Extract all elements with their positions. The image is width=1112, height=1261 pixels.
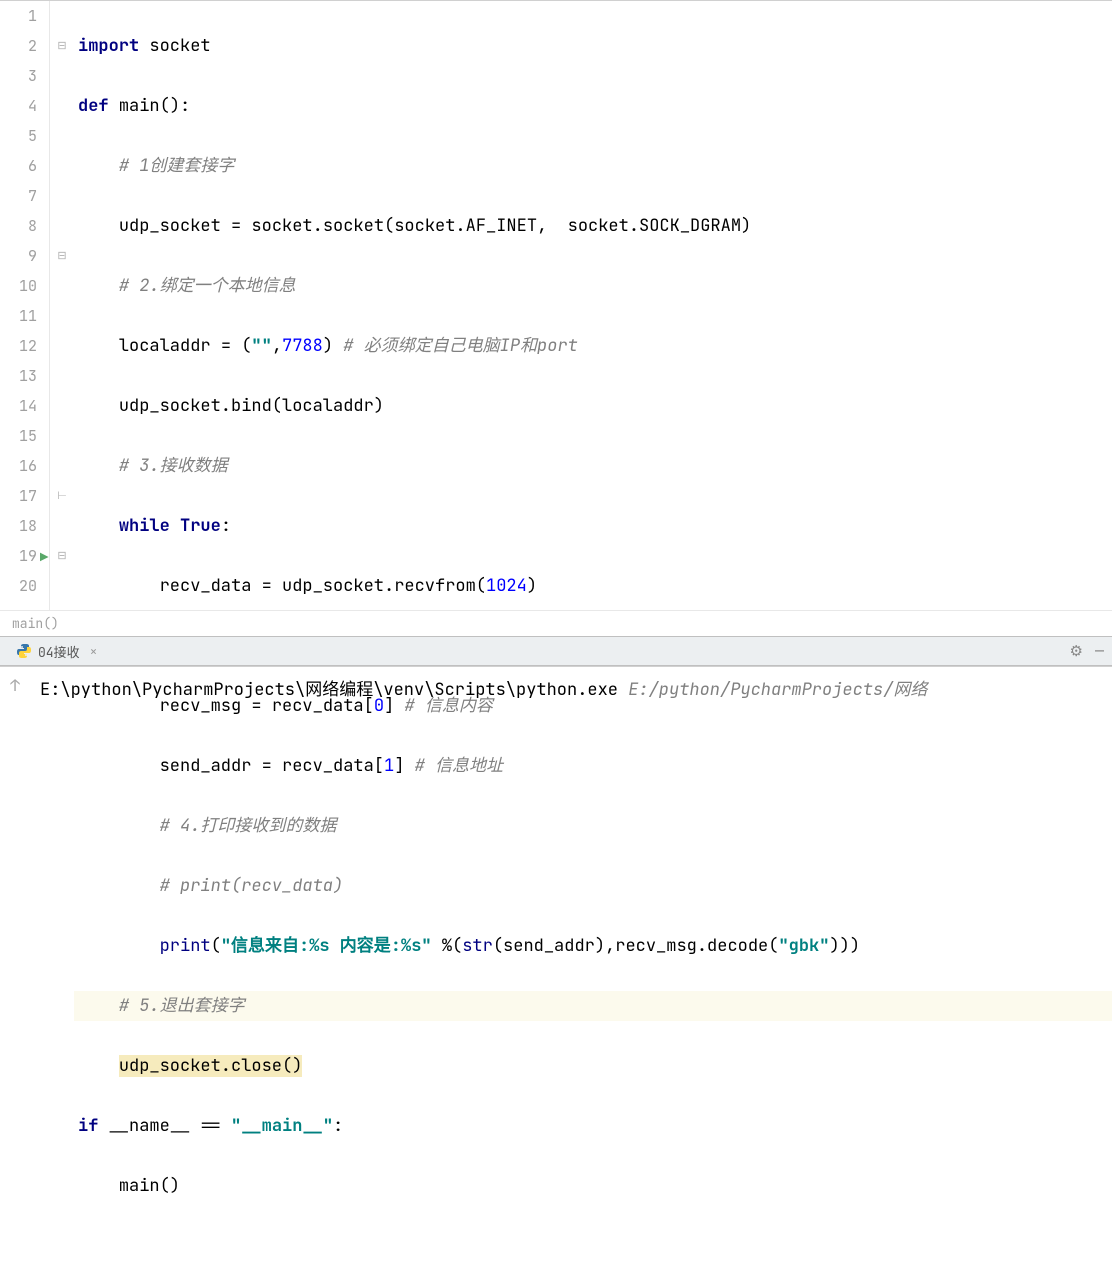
line-number: 11 xyxy=(0,301,37,331)
run-tab-label: 04接收 xyxy=(38,642,80,661)
fold-column: ⊟ ⊟ ⊢ ▶ ⊟ xyxy=(50,1,74,610)
code-line[interactable]: # 3.接收数据 xyxy=(74,451,1112,481)
line-number: 9 xyxy=(0,241,37,271)
console-toolbar: ↑ xyxy=(0,667,30,736)
tab-actions: ⚙ — xyxy=(1070,641,1104,661)
run-tabs-bar: 04接收 × ⚙ — xyxy=(0,636,1112,666)
scroll-up-icon[interactable]: ↑ xyxy=(10,675,20,696)
line-number: 10 xyxy=(0,271,37,301)
line-number: 18 xyxy=(0,511,37,541)
code-line[interactable]: main() xyxy=(74,1171,1112,1201)
gear-icon[interactable]: ⚙ xyxy=(1070,641,1083,661)
code-line[interactable]: import socket xyxy=(74,31,1112,61)
line-number: 14 xyxy=(0,391,37,421)
code-line[interactable]: print("信息来自:%s 内容是:%s" %(str(send_addr),… xyxy=(74,931,1112,961)
fold-icon[interactable]: ⊟ xyxy=(55,249,69,263)
code-line[interactable]: udp_socket.close() xyxy=(74,1051,1112,1081)
breadcrumb-item[interactable]: main() xyxy=(12,615,59,632)
code-line[interactable]: # print(recv_data) xyxy=(74,871,1112,901)
code-line-current[interactable]: # 5.退出套接字 xyxy=(74,991,1112,1021)
fold-icon[interactable]: ⊟ xyxy=(55,549,69,563)
code-line[interactable]: # 2.绑定一个本地信息 xyxy=(74,271,1112,301)
code-line[interactable]: recv_msg = recv_data[0] # 信息内容 xyxy=(74,691,1112,721)
fold-icon[interactable]: ⊟ xyxy=(55,39,69,53)
run-tab[interactable]: 04接收 × xyxy=(8,638,105,665)
line-number-gutter[interactable]: 1 2 3 4 5 6 7 8 9 10 11 12 13 14 15 16 1… xyxy=(0,1,50,610)
close-icon[interactable]: × xyxy=(90,643,98,660)
line-number: 4 xyxy=(0,91,37,121)
run-gutter-icon[interactable]: ▶ xyxy=(40,549,48,567)
python-file-icon xyxy=(16,643,32,659)
line-number: 16 xyxy=(0,451,37,481)
line-number: 2 xyxy=(0,31,37,61)
line-number: 1 xyxy=(0,1,37,31)
line-number: 12 xyxy=(0,331,37,361)
line-number: 7 xyxy=(0,181,37,211)
fold-end-icon[interactable]: ⊢ xyxy=(55,489,69,503)
code-line[interactable]: while True: xyxy=(74,511,1112,541)
line-number: 20 xyxy=(0,571,37,601)
line-number: 17 xyxy=(0,481,37,511)
line-number: 3 xyxy=(0,61,37,91)
code-line[interactable]: recv_data = udp_socket.recvfrom(1024) xyxy=(74,571,1112,601)
code-editor[interactable]: import socket def main(): # 1创建套接字 udp_s… xyxy=(74,1,1112,610)
code-line[interactable]: if __name__ == "__main__": xyxy=(74,1111,1112,1141)
code-line[interactable]: # 1创建套接字 xyxy=(74,151,1112,181)
line-number: 8 xyxy=(0,211,37,241)
code-line[interactable]: def main(): xyxy=(74,91,1112,121)
code-line[interactable]: udp_socket.bind(localaddr) xyxy=(74,391,1112,421)
code-line[interactable]: send_addr = recv_data[1] # 信息地址 xyxy=(74,751,1112,781)
line-number: 15 xyxy=(0,421,37,451)
editor-area: 1 2 3 4 5 6 7 8 9 10 11 12 13 14 15 16 1… xyxy=(0,0,1112,610)
line-number: 5 xyxy=(0,121,37,151)
code-line[interactable]: # 4.打印接收到的数据 xyxy=(74,811,1112,841)
line-number: 19 xyxy=(0,541,37,571)
line-number: 13 xyxy=(0,361,37,391)
minimize-icon[interactable]: — xyxy=(1095,641,1104,661)
code-line[interactable]: udp_socket = socket.socket(socket.AF_INE… xyxy=(74,211,1112,241)
code-line[interactable]: localaddr = ("",7788) # 必须绑定自己电脑IP和port xyxy=(74,331,1112,361)
line-number: 6 xyxy=(0,151,37,181)
